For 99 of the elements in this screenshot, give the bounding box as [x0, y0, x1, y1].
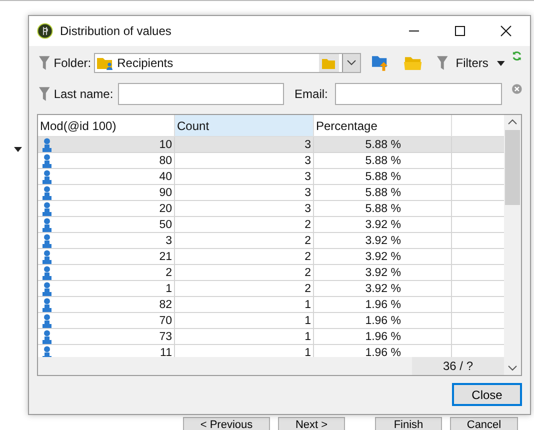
column-header[interactable]: Percentage	[314, 115, 452, 136]
window-title: Distribution of values	[60, 24, 172, 38]
table-cell: 1	[175, 297, 314, 312]
person-icon	[42, 154, 52, 168]
filter-icon[interactable]	[437, 56, 448, 70]
table-row[interactable]: 50 2 3.92 %	[38, 217, 504, 233]
table-row[interactable]: 3 2 3.92 %	[38, 233, 504, 249]
caret-icon[interactable]	[497, 60, 506, 66]
table-cell: 90	[159, 186, 172, 198]
maximize-icon[interactable]	[454, 25, 466, 37]
email-field[interactable]	[334, 83, 502, 105]
table-row[interactable]: 21 2 3.92 %	[38, 249, 504, 265]
table-cell: 5.88 %	[314, 137, 452, 152]
person-icon	[42, 314, 52, 328]
table-row[interactable]: 73 1 1.96 %	[38, 329, 504, 345]
table-cell: 2	[175, 217, 314, 232]
table-cell: 1	[166, 282, 172, 294]
folder-upload-icon[interactable]	[372, 54, 390, 72]
table-cell: 70	[159, 314, 172, 326]
table-row[interactable]: 40 3 5.88 %	[38, 169, 504, 185]
table-row[interactable]: 80 3 5.88 %	[38, 153, 504, 169]
table-cell: 3	[166, 234, 172, 246]
table-cell: 3.92 %	[314, 281, 452, 296]
table-cell: 3.92 %	[314, 265, 452, 280]
person-icon	[42, 218, 52, 232]
table-cell: 1.96 %	[314, 313, 452, 328]
person-icon	[42, 250, 52, 264]
table-cell: 5.88 %	[314, 169, 452, 184]
person-icon	[42, 138, 52, 152]
close-icon[interactable]	[500, 25, 512, 37]
table-cell: 3.92 %	[314, 233, 452, 248]
column-header[interactable]: Count	[175, 115, 314, 136]
table-cell: 1	[175, 329, 314, 344]
table-cell: 50	[159, 218, 172, 230]
table-cell: 2	[166, 266, 172, 278]
app-logo-icon	[37, 23, 53, 39]
table-cell: 5.88 %	[314, 153, 452, 168]
wizard-button[interactable]: Cancel	[450, 417, 518, 430]
wizard-button[interactable]: Finish	[375, 417, 442, 430]
table-row[interactable]: 1 2 3.92 %	[38, 281, 504, 297]
table-cell: 3	[175, 153, 314, 168]
table-cell: 10	[159, 138, 172, 150]
folder-icon[interactable]	[404, 56, 422, 70]
table-cell: 5.88 %	[314, 185, 452, 200]
table-cell: 3	[175, 185, 314, 200]
email-label: Email:	[294, 87, 328, 101]
caret-icon	[14, 147, 22, 152]
dropdown-icon[interactable]	[346, 60, 356, 66]
person-icon	[42, 170, 52, 184]
table-cell: 11	[160, 346, 172, 357]
clear-icon[interactable]	[512, 84, 522, 94]
table-cell: 3.92 %	[314, 249, 452, 264]
refresh-icon[interactable]	[512, 51, 522, 61]
filters-menu[interactable]: Filters	[456, 56, 488, 70]
table-cell: 1.96 %	[314, 297, 452, 312]
table-cell: 1.96 %	[314, 329, 452, 344]
last-name-field[interactable]	[118, 83, 284, 105]
folder-field[interactable]: Recipients	[94, 53, 361, 73]
folder-label: Folder:	[54, 56, 92, 70]
table-row[interactable]: 90 3 5.88 %	[38, 185, 504, 201]
table-cell: 2	[175, 265, 314, 280]
table-cell: 3.92 %	[314, 217, 452, 232]
person-icon	[42, 298, 52, 312]
wizard-button[interactable]: < Previous	[183, 417, 270, 430]
close-button[interactable]: Close	[452, 383, 522, 406]
table-cell: 21	[159, 250, 172, 262]
table-cell: 2	[175, 233, 314, 248]
last-name-label: Last name:	[54, 87, 114, 101]
table-cell: 3	[175, 137, 314, 152]
scroll-down-icon[interactable]	[508, 365, 517, 371]
table-cell: 5.88 %	[314, 201, 452, 216]
filter-icon[interactable]	[39, 56, 50, 70]
table-row[interactable]: 70 1 1.96 %	[38, 313, 504, 329]
table-cell: 82	[159, 298, 172, 310]
table-row[interactable]: 2 2 3.92 %	[38, 265, 504, 281]
folder-user-icon	[97, 56, 114, 70]
filter-icon[interactable]	[39, 87, 50, 101]
person-icon	[42, 202, 52, 216]
table-cell: 2	[175, 281, 314, 296]
table-cell: 2	[175, 249, 314, 264]
table-cell: 73	[159, 330, 172, 342]
person-icon	[42, 282, 52, 296]
table-cell: 20	[159, 202, 172, 214]
table-cell: 1	[175, 313, 314, 328]
table-cell: 80	[159, 154, 172, 166]
scroll-up-icon[interactable]	[508, 119, 517, 125]
person-icon	[42, 186, 52, 200]
table-cell: 40	[159, 170, 172, 182]
table-cell: 3	[175, 201, 314, 216]
table-cell: 3	[175, 169, 314, 184]
record-count: 36 / ?	[412, 357, 504, 375]
scrollbar[interactable]	[504, 115, 521, 375]
person-icon	[42, 330, 52, 344]
table-row[interactable]: 82 1 1.96 %	[38, 297, 504, 313]
person-icon	[42, 266, 52, 280]
wizard-button[interactable]: Next >	[278, 417, 345, 430]
table-row[interactable]: 20 3 5.88 %	[38, 201, 504, 217]
table-row[interactable]: 10 3 5.88 %	[38, 137, 504, 153]
person-icon	[42, 234, 52, 248]
